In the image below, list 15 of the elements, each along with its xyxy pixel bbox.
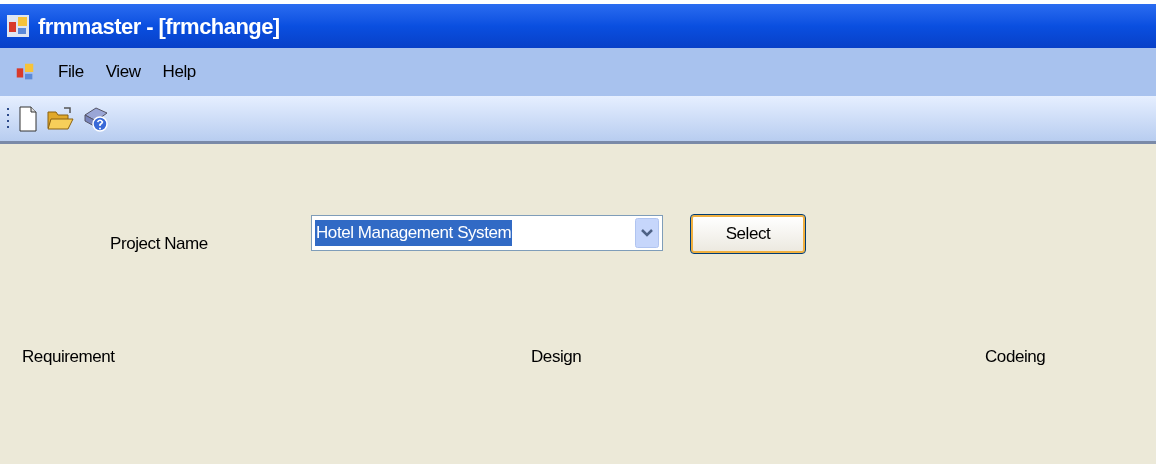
open-folder-icon[interactable] [46, 105, 74, 132]
project-dropdown[interactable]: Hotel Management System [311, 215, 663, 251]
grip-icon [6, 106, 10, 131]
field-label: Project Name [110, 234, 208, 253]
new-file-icon[interactable] [18, 105, 38, 132]
section-label: Requirement [22, 346, 115, 368]
menu-item[interactable]: View [105, 59, 141, 85]
dropdown-value: Hotel Management System [315, 220, 513, 246]
section-label: Design [531, 346, 582, 368]
menu-item[interactable]: Help [162, 59, 196, 85]
window-title: frmmaster - [frmchange] [38, 12, 280, 41]
app-icon [6, 14, 30, 38]
select-button[interactable]: Select [691, 215, 805, 253]
section-label: Codeing [985, 346, 1046, 368]
menu-item[interactable]: File [58, 59, 84, 85]
